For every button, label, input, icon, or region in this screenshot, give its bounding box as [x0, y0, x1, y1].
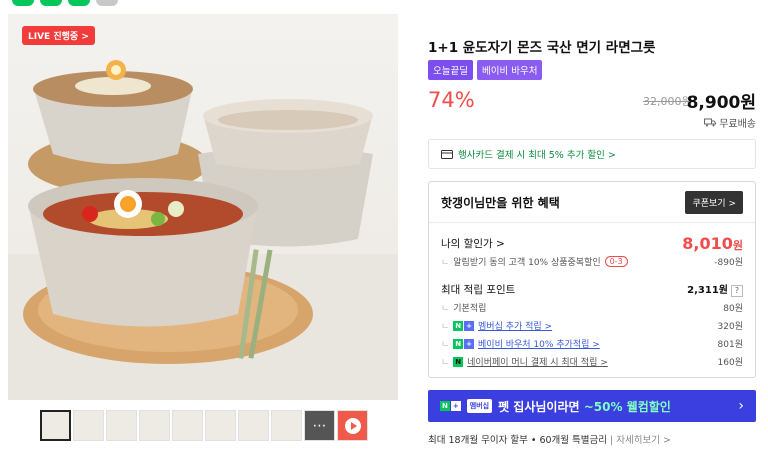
installment-info: 최대 18개월 무이자 할부 • 60개월 특별금리 | 자세히보기 > [428, 432, 671, 446]
product-main-image[interactable] [8, 14, 398, 400]
sale-price: 8,900원 [686, 93, 756, 113]
banner-text-highlight: ~50% 웰컴할인 [583, 399, 671, 414]
banner-text-pre: 펫 집사님이라면 [498, 399, 584, 414]
points-membership-row: ㄴ N + 멤버십 추가 적립 > 320원 [441, 319, 743, 332]
points-label: 최대 적립 포인트 [441, 283, 516, 296]
shipping-text: 무료배송 [719, 119, 756, 130]
shipping-info: 무료배송 [704, 115, 756, 130]
points-npay-row: ㄴ N 네이버페이 머니 결제 시 최대 적립 > 160원 [441, 355, 743, 368]
pill [96, 0, 118, 6]
points-npay-value: 160원 [717, 358, 743, 368]
membership-points-link[interactable]: 멤버십 추가 적립 > [478, 319, 552, 332]
tag-baby-voucher: 베이비 바우처 [476, 60, 543, 80]
play-icon [344, 417, 361, 434]
thumbnail[interactable] [271, 410, 302, 441]
my-price-value: 8,010원 [682, 234, 743, 253]
benefit-box: 핫갱이님만을 위한 혜택 쿠폰보기 > 나의 할인가 > 8,010원 ㄴ 알림… [428, 181, 756, 378]
help-icon[interactable]: ? [731, 285, 743, 297]
coupon-view-button[interactable]: 쿠폰보기 > [685, 191, 743, 214]
installment-text: 최대 18개월 무이자 할부 • 60개월 특별금리 [428, 435, 607, 446]
hook-icon: ㄴ [441, 304, 450, 314]
video-thumbnail[interactable] [337, 410, 368, 441]
nplus-promo-banner[interactable]: N + 멤버십 펫 집사님이라면 ~50% 웰컴할인 › [428, 390, 756, 422]
nplus-icon: N + [453, 338, 475, 349]
thumbnail[interactable] [106, 410, 137, 441]
divider [429, 222, 755, 223]
points-membership-label: ㄴ N + 멤버십 추가 적립 > [441, 319, 552, 332]
npay-points-link[interactable]: 네이버페이 머니 결제 시 최대 적립 > [467, 355, 608, 368]
thumbnail[interactable] [40, 410, 71, 441]
thumbnail-strip: ⋯ [40, 410, 368, 441]
membership-badge: 멤버십 [466, 399, 493, 413]
product-title: 1+1 윤도자기 몬즈 국산 면기 라면그릇 [428, 40, 656, 56]
thumbnail[interactable] [172, 410, 203, 441]
pill [40, 0, 62, 6]
hook-icon: ㄴ [441, 258, 450, 268]
points-row: 최대 적립 포인트 2,311원? [441, 281, 743, 297]
pill [12, 0, 34, 6]
voucher-points-link[interactable]: 베이비 바우처 10% 추가적립 > [478, 337, 600, 350]
live-badge[interactable]: LIVE 진행중 > [22, 26, 95, 45]
card-banner-text: 행사카드 결제 시 최대 5% 추가 할인 > [458, 150, 616, 161]
discount-rate: 74% [428, 88, 475, 112]
original-price: 32,000원 [643, 95, 692, 108]
alarm-text: 알림받기 동의 고객 10% 상품중복할인 [453, 258, 601, 268]
hook-icon: ㄴ [441, 340, 450, 350]
benefit-heading: 핫갱이님만을 위한 혜택 [441, 196, 560, 210]
product-tags: 오늘끝딜 베이비 바우처 [428, 60, 543, 80]
hook-icon: ㄴ [441, 358, 450, 368]
alarm-badge: 0-3 [604, 256, 628, 267]
thumbnail[interactable] [238, 410, 269, 441]
my-price-unit: 원 [732, 239, 743, 252]
points-base-row: ㄴ 기본적립 80원 [441, 301, 743, 314]
more-thumbnails-button[interactable]: ⋯ [304, 410, 335, 441]
nplus-logo-icon: N + [440, 401, 461, 411]
my-price-label[interactable]: 나의 할인가 > [441, 236, 505, 251]
alarm-value: -890원 [714, 258, 743, 268]
thumbnail[interactable] [139, 410, 170, 441]
truck-icon [704, 118, 717, 127]
installment-detail-link[interactable]: 자세히보기 > [616, 435, 671, 446]
points-npay-label: ㄴ N 네이버페이 머니 결제 시 최대 적립 > [441, 355, 608, 368]
points-voucher-label: ㄴ N + 베이비 바우처 10% 추가적립 > [441, 337, 600, 350]
bowl-photo-illustration [8, 60, 398, 400]
credit-card-icon [441, 149, 453, 159]
live-status: 진행중 > [53, 32, 89, 42]
npay-icon: N [453, 356, 464, 367]
thumbnail[interactable] [205, 410, 236, 441]
top-tab-pills [12, 0, 118, 6]
live-label: LIVE [28, 32, 51, 42]
chevron-right-icon: › [738, 398, 744, 414]
alarm-discount-label: ㄴ 알림받기 동의 고객 10% 상품중복할인 0-3 [441, 255, 628, 268]
my-price-number: 8,010 [682, 234, 733, 253]
points-voucher-row: ㄴ N + 베이비 바우처 10% 추가적립 > 801원 [441, 337, 743, 350]
alarm-discount-row: ㄴ 알림받기 동의 고객 10% 상품중복할인 0-3 -890원 [441, 255, 743, 268]
my-price-row: 나의 할인가 > 8,010원 [441, 234, 743, 253]
points-value-wrap: 2,311원? [687, 281, 743, 297]
pill [68, 0, 90, 6]
nplus-banner-text: 펫 집사님이라면 ~50% 웰컴할인 [498, 398, 671, 415]
points-membership-value: 320원 [717, 322, 743, 332]
thumbnail[interactable] [73, 410, 104, 441]
more-icon: ⋯ [312, 417, 327, 434]
card-discount-banner[interactable]: 행사카드 결제 시 최대 5% 추가 할인 > [428, 139, 756, 169]
hook-icon: ㄴ [441, 322, 450, 332]
nplus-icon: N + [453, 320, 475, 331]
points-base-label: ㄴ 기본적립 [441, 301, 486, 314]
points-base-text: 기본적립 [453, 304, 487, 314]
points-voucher-value: 801원 [717, 340, 743, 350]
points-base-value: 80원 [723, 304, 743, 314]
tag-today-deal: 오늘끝딜 [428, 60, 473, 80]
points-value: 2,311원 [687, 285, 728, 296]
